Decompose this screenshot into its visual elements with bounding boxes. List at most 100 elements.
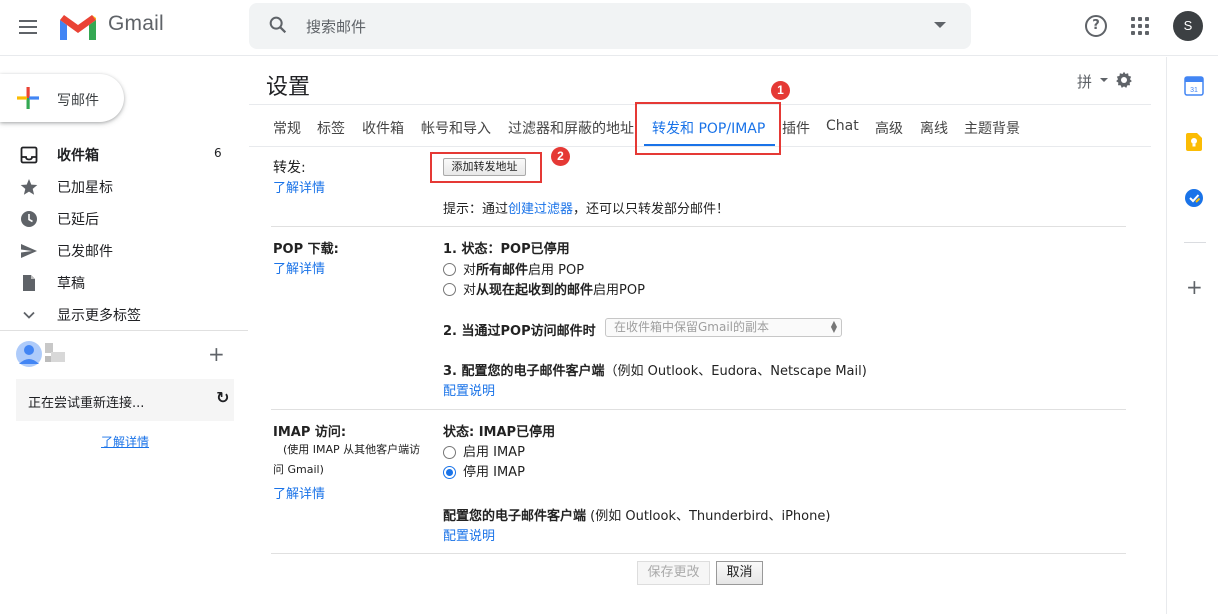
imap-config-heading: 配置您的电子邮件客户端 [443, 509, 587, 524]
app-name[interactable]: Gmail [108, 12, 164, 36]
callout-box-1 [635, 102, 781, 155]
gear-icon[interactable] [1115, 71, 1133, 89]
forwarding-hint-prefix: 提示：通过 [443, 202, 509, 217]
pop-status: 1. 状态：POP已停用 [443, 238, 570, 257]
callout-number-2: 2 [551, 147, 570, 166]
pop-option-emphasis: 从现在起收到的邮件 [476, 283, 594, 298]
pop-all-mail-radio[interactable] [443, 263, 456, 276]
section-divider [271, 553, 1126, 554]
pop-option-text: 启用 POP [528, 263, 585, 278]
get-addons-icon[interactable]: + [1186, 275, 1203, 299]
forwarding-label: 转发: [273, 160, 306, 176]
calendar-icon[interactable]: 31 [1184, 76, 1204, 96]
search-input[interactable]: 搜索邮件 [306, 16, 366, 37]
chat-user-avatar-icon[interactable] [15, 340, 67, 368]
input-method-caret-icon[interactable] [1100, 78, 1108, 82]
tab-filters[interactable]: 过滤器和屏蔽的地址 [508, 118, 634, 138]
tab-chat[interactable]: Chat [826, 118, 859, 134]
compose-plus-icon[interactable] [16, 86, 40, 110]
refresh-icon[interactable]: ↻ [216, 388, 229, 407]
compose-label[interactable]: 写邮件 [57, 90, 99, 110]
input-method-selector[interactable]: 拼 [1077, 71, 1092, 92]
clock-icon [21, 211, 37, 227]
pop-status-prefix: 1. 状态： [443, 242, 501, 257]
tab-advanced[interactable]: 高级 [875, 118, 903, 138]
tab-offline[interactable]: 离线 [920, 118, 948, 138]
section-divider [271, 409, 1126, 410]
sidebar-item-drafts[interactable]: 草稿 [0, 266, 240, 298]
imap-disable-label[interactable]: 停用 IMAP [463, 461, 525, 480]
section-divider [271, 226, 1126, 227]
star-icon [20, 179, 38, 195]
imap-enable-radio[interactable] [443, 446, 456, 459]
apps-grid-icon[interactable] [1131, 17, 1149, 35]
pop-access-select-value: 在收件箱中保留Gmail的副本 [614, 320, 770, 334]
imap-enable-label[interactable]: 启用 IMAP [463, 441, 525, 460]
tab-addons[interactable]: 插件 [782, 118, 810, 138]
chevron-down-icon [23, 311, 35, 319]
imap-label: IMAP 访问: [273, 425, 347, 440]
sidebar-item-label: 已加星标 [57, 180, 113, 196]
imap-description-line2: 问 Gmail) [273, 463, 324, 476]
imap-disable-radio[interactable] [443, 466, 456, 479]
cancel-button[interactable]: 取消 [716, 561, 763, 585]
pop-from-now-label[interactable]: 对从现在起收到的邮件启用POP [463, 279, 645, 298]
svg-text:31: 31 [1190, 87, 1198, 94]
pop-step3: 3. 配置您的电子邮件客户端（例如 Outlook、Eudora、Netscap… [443, 360, 867, 379]
sidebar-item-snoozed[interactable]: 已延后 [0, 202, 240, 234]
forwarding-hint: 提示：通过创建过滤器，还可以只转发部分邮件！ [443, 198, 729, 217]
gmail-logo-icon[interactable] [58, 12, 98, 42]
imap-description-line1: (使用 IMAP 从其他客户端访 [283, 443, 421, 456]
sidebar-item-label: 收件箱 [57, 148, 99, 164]
pop-all-mail-label[interactable]: 对所有邮件启用 POP [463, 259, 584, 278]
pop-option-emphasis: 所有邮件 [476, 263, 529, 278]
inbox-icon [20, 146, 38, 164]
imap-status: 状态: IMAP已停用 [443, 425, 556, 440]
search-options-icon[interactable] [934, 22, 946, 28]
pop-option-text: 对 [463, 283, 477, 298]
pop-option-text: 启用POP [593, 283, 645, 298]
main-menu-icon[interactable] [16, 15, 42, 41]
pop-step3-examples: （例如 Outlook、Eudora、Netscape Mail) [604, 364, 867, 379]
pop-access-select[interactable]: 在收件箱中保留Gmail的副本 ▲ ▼ [605, 318, 842, 337]
sidebar-item-inbox[interactable]: 收件箱 6 [0, 138, 240, 170]
chat-learn-more-link[interactable]: 了解详情 [101, 433, 149, 450]
imap-learn-more-link[interactable]: 了解详情 [273, 483, 325, 502]
pop-config-instructions-link[interactable]: 配置说明 [443, 380, 495, 399]
add-forwarding-address-button[interactable]: 添加转发地址 [443, 158, 526, 176]
sidebar-item-label: 已发邮件 [57, 244, 113, 260]
tasks-icon[interactable] [1184, 188, 1204, 208]
pop-option-text: 对 [463, 263, 477, 278]
sidebar-item-label: 已延后 [57, 212, 99, 228]
account-avatar[interactable]: S [1173, 11, 1203, 41]
pop-status-value: POP已停用 [500, 242, 570, 257]
pop-step2-label: 2. 当通过POP访问邮件时 [443, 324, 596, 339]
pop-label: POP 下载: [273, 242, 339, 257]
imap-config-examples: (例如 Outlook、Thunderbird、iPhone) [586, 509, 831, 524]
keep-icon[interactable] [1186, 133, 1202, 151]
sidebar-item-label: 显示更多标签 [57, 308, 141, 324]
sidebar-item-starred[interactable]: 已加星标 [0, 170, 240, 202]
tab-themes[interactable]: 主题背景 [964, 118, 1020, 138]
pop-from-now-radio[interactable] [443, 283, 456, 296]
add-chat-icon[interactable]: + [208, 342, 225, 366]
sidebar-item-more[interactable]: 显示更多标签 [0, 298, 240, 330]
callout-number-1: 1 [771, 81, 790, 100]
rail-divider [1184, 242, 1206, 243]
tab-inbox[interactable]: 收件箱 [362, 118, 404, 138]
tab-labels[interactable]: 标签 [317, 118, 345, 138]
chat-status-text: 正在尝试重新连接... [28, 396, 145, 411]
search-icon[interactable] [267, 14, 289, 36]
tab-general[interactable]: 常规 [273, 118, 301, 138]
save-changes-button[interactable]: 保存更改 [637, 561, 710, 585]
imap-config-instructions-link[interactable]: 配置说明 [443, 525, 495, 544]
tab-accounts[interactable]: 帐号和导入 [421, 118, 491, 138]
pop-step3-heading: 3. 配置您的电子邮件客户端 [443, 364, 605, 379]
sidebar-item-sent[interactable]: 已发邮件 [0, 234, 240, 266]
help-icon[interactable]: ? [1085, 15, 1107, 37]
forwarding-learn-more-link[interactable]: 了解详情 [273, 177, 325, 196]
unread-count: 6 [214, 146, 222, 160]
pop-learn-more-link[interactable]: 了解详情 [273, 258, 325, 277]
create-filter-link[interactable]: 创建过滤器 [508, 202, 573, 217]
select-arrows-icon: ▲ ▼ [830, 319, 837, 334]
